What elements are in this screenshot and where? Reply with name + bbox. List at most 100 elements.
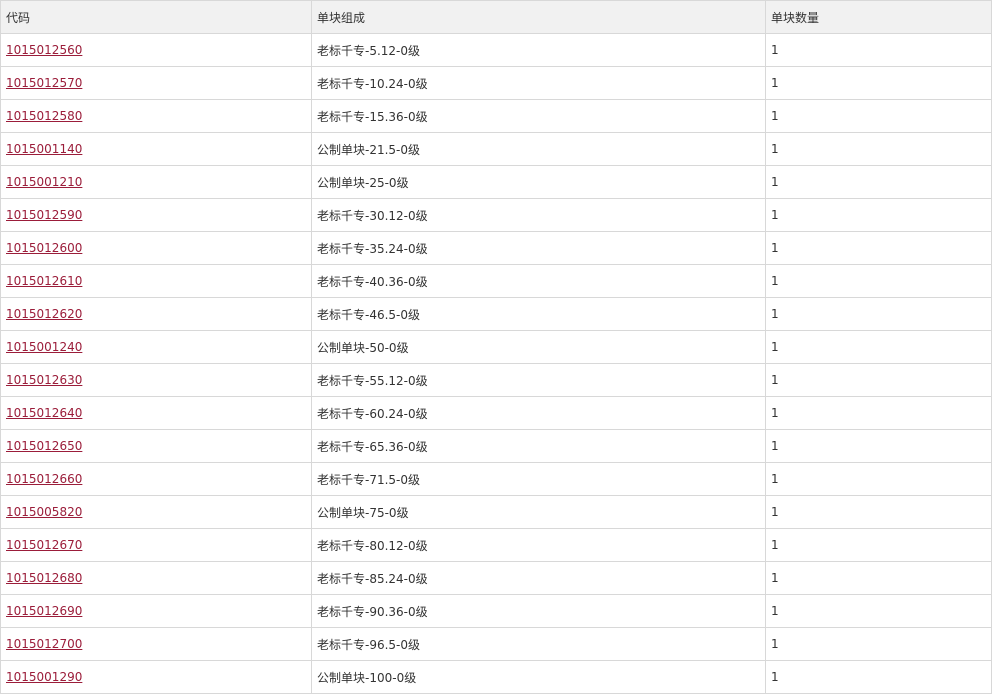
composition-cell: 老标千专-96.5-0级	[311, 627, 766, 661]
composition-cell: 老标千专-71.5-0级	[311, 462, 766, 496]
quantity-cell: 1	[765, 429, 992, 463]
quantity-cell: 1	[765, 264, 992, 298]
table-header-row: 代码 单块组成 单块数量	[0, 0, 992, 34]
product-code-link[interactable]: 1015012660	[6, 472, 82, 486]
composition-cell: 老标千专-40.36-0级	[311, 264, 766, 298]
composition-cell: 公制单块-25-0级	[311, 165, 766, 199]
table-row: 1015012650 老标千专-65.36-0级 1	[0, 429, 992, 463]
product-code-link[interactable]: 1015012590	[6, 208, 82, 222]
table-row: 1015012660 老标千专-71.5-0级 1	[0, 462, 992, 496]
table-row: 1015012670 老标千专-80.12-0级 1	[0, 528, 992, 562]
composition-cell: 老标千专-35.24-0级	[311, 231, 766, 265]
block-composition-table: 代码 单块组成 单块数量 1015012560 老标千专-5.12-0级 1 1015…	[0, 0, 992, 694]
table-row: 1015001240 公制单块-50-0级 1	[0, 330, 992, 364]
table-row: 1015012680 老标千专-85.24-0级 1	[0, 561, 992, 595]
table-row: 1015012630 老标千专-55.12-0级 1	[0, 363, 992, 397]
code-cell: 1015012570	[0, 66, 312, 100]
code-cell: 1015012630	[0, 363, 312, 397]
product-code-link[interactable]: 1015012700	[6, 637, 82, 651]
code-cell: 1015012590	[0, 198, 312, 232]
quantity-cell: 1	[765, 297, 992, 331]
table-row: 1015012600 老标千专-35.24-0级 1	[0, 231, 992, 265]
quantity-cell: 1	[765, 66, 992, 100]
quantity-cell: 1	[765, 99, 992, 133]
code-cell: 1015012660	[0, 462, 312, 496]
table-row: 1015012640 老标千专-60.24-0级 1	[0, 396, 992, 430]
quantity-cell: 1	[765, 330, 992, 364]
composition-cell: 公制单块-100-0级	[311, 660, 766, 694]
quantity-cell: 1	[765, 198, 992, 232]
composition-cell: 老标千专-55.12-0级	[311, 363, 766, 397]
quantity-cell: 1	[765, 231, 992, 265]
table-row: 1015012690 老标千专-90.36-0级 1	[0, 594, 992, 628]
table-row: 1015012610 老标千专-40.36-0级 1	[0, 264, 992, 298]
header-code: 代码	[0, 0, 312, 34]
table-body: 1015012560 老标千专-5.12-0级 1 1015012570 老标千专-10…	[0, 33, 992, 694]
quantity-cell: 1	[765, 627, 992, 661]
code-cell: 1015012580	[0, 99, 312, 133]
table-row: 1015001140 公制单块-21.5-0级 1	[0, 132, 992, 166]
quantity-cell: 1	[765, 363, 992, 397]
quantity-cell: 1	[765, 396, 992, 430]
product-code-link[interactable]: 1015012630	[6, 373, 82, 387]
table-row: 1015012560 老标千专-5.12-0级 1	[0, 33, 992, 67]
code-cell: 1015012640	[0, 396, 312, 430]
code-cell: 1015012680	[0, 561, 312, 595]
composition-cell: 公制单块-75-0级	[311, 495, 766, 529]
composition-cell: 公制单块-21.5-0级	[311, 132, 766, 166]
composition-cell: 老标千专-80.12-0级	[311, 528, 766, 562]
composition-cell: 老标千专-10.24-0级	[311, 66, 766, 100]
product-code-link[interactable]: 1015012680	[6, 571, 82, 585]
product-code-link[interactable]: 1015012670	[6, 538, 82, 552]
product-code-link[interactable]: 1015001240	[6, 340, 82, 354]
composition-cell: 老标千专-46.5-0级	[311, 297, 766, 331]
composition-cell: 老标千专-15.36-0级	[311, 99, 766, 133]
table-row: 1015012590 老标千专-30.12-0级 1	[0, 198, 992, 232]
code-cell: 1015012610	[0, 264, 312, 298]
code-cell: 1015012620	[0, 297, 312, 331]
code-cell: 1015012560	[0, 33, 312, 67]
composition-cell: 老标千专-30.12-0级	[311, 198, 766, 232]
table-row: 1015012580 老标千专-15.36-0级 1	[0, 99, 992, 133]
code-cell: 1015001290	[0, 660, 312, 694]
quantity-cell: 1	[765, 165, 992, 199]
code-cell: 1015005820	[0, 495, 312, 529]
product-code-link[interactable]: 1015012570	[6, 76, 82, 90]
product-code-link[interactable]: 1015012610	[6, 274, 82, 288]
product-code-link[interactable]: 1015001140	[6, 142, 82, 156]
product-code-link[interactable]: 1015012640	[6, 406, 82, 420]
quantity-cell: 1	[765, 594, 992, 628]
header-composition: 单块组成	[311, 0, 766, 34]
table-row: 1015005820 公制单块-75-0级 1	[0, 495, 992, 529]
product-code-link[interactable]: 1015012650	[6, 439, 82, 453]
quantity-cell: 1	[765, 660, 992, 694]
table-row: 1015012700 老标千专-96.5-0级 1	[0, 627, 992, 661]
code-cell: 1015012700	[0, 627, 312, 661]
code-cell: 1015012690	[0, 594, 312, 628]
code-cell: 1015001240	[0, 330, 312, 364]
quantity-cell: 1	[765, 33, 992, 67]
code-cell: 1015012650	[0, 429, 312, 463]
composition-cell: 老标千专-65.36-0级	[311, 429, 766, 463]
header-quantity: 单块数量	[765, 0, 992, 34]
quantity-cell: 1	[765, 462, 992, 496]
product-code-link[interactable]: 1015012620	[6, 307, 82, 321]
product-code-link[interactable]: 1015012560	[6, 43, 82, 57]
table-row: 1015012620 老标千专-46.5-0级 1	[0, 297, 992, 331]
composition-cell: 老标千专-60.24-0级	[311, 396, 766, 430]
quantity-cell: 1	[765, 528, 992, 562]
quantity-cell: 1	[765, 132, 992, 166]
code-cell: 1015012670	[0, 528, 312, 562]
product-code-link[interactable]: 1015012580	[6, 109, 82, 123]
code-cell: 1015001210	[0, 165, 312, 199]
product-code-link[interactable]: 1015005820	[6, 505, 82, 519]
product-code-link[interactable]: 1015001210	[6, 175, 82, 189]
product-code-link[interactable]: 1015012690	[6, 604, 82, 618]
table-row: 1015012570 老标千专-10.24-0级 1	[0, 66, 992, 100]
composition-cell: 老标千专-90.36-0级	[311, 594, 766, 628]
product-code-link[interactable]: 1015001290	[6, 670, 82, 684]
composition-cell: 老标千专-85.24-0级	[311, 561, 766, 595]
code-cell: 1015001140	[0, 132, 312, 166]
quantity-cell: 1	[765, 561, 992, 595]
product-code-link[interactable]: 1015012600	[6, 241, 82, 255]
